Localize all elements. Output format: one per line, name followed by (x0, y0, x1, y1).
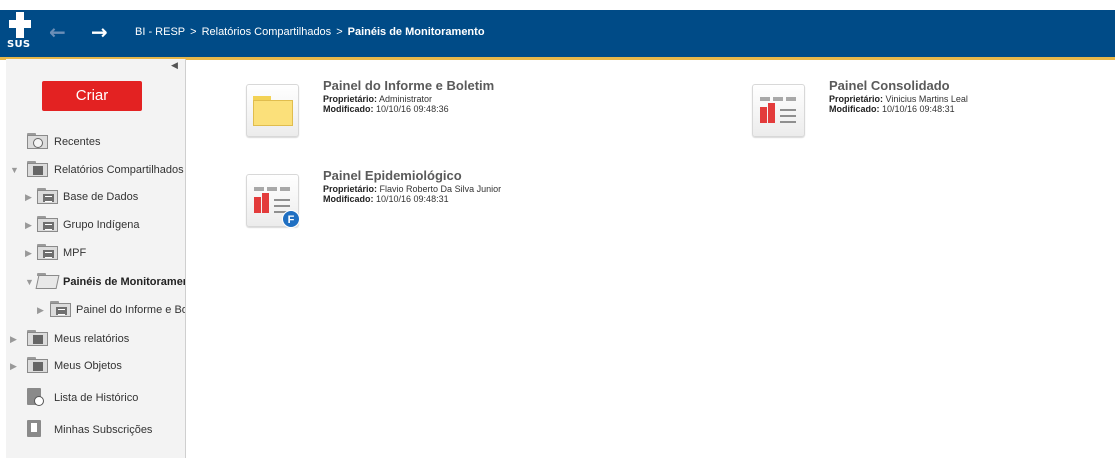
modified-label: Modificado: (323, 104, 374, 114)
sidebar-item-minhas-subscricoes[interactable]: Minhas Subscrições (6, 420, 185, 442)
user-folder-icon (27, 330, 48, 346)
sidebar-item-label: Grupo Indígena (63, 219, 140, 231)
item-modified: Modificado: 10/10/16 09:48:31 (829, 104, 955, 114)
sidebar-item-paineis-de-monitoramento[interactable]: ▼ Painéis de Monitoramento (6, 272, 185, 294)
sidebar-item-meus-relatorios[interactable]: ▶ Meus relatórios (6, 329, 185, 351)
owner-value: Administrator (379, 94, 433, 104)
history-icon (27, 388, 44, 406)
owner-label: Proprietário: (323, 184, 378, 194)
sidebar-item-base-de-dados[interactable]: ▶ Base de Dados (6, 187, 185, 209)
sidebar-item-label: Painéis de Monitoramento (63, 276, 185, 288)
logo-text: SUS (7, 39, 31, 50)
sidebar-item-label: Base de Dados (63, 191, 139, 203)
item-title[interactable]: Painel Epidemiológico (323, 168, 462, 183)
forward-arrow-icon[interactable]: → (91, 22, 108, 42)
dashboard-icon (760, 97, 800, 129)
sidebar: ◀ Criar Recentes ▼ Relatórios Compartilh… (6, 59, 186, 458)
open-folder-icon (35, 273, 60, 289)
sidebar-item-label: Painel do Informe e Boletim (76, 304, 185, 316)
collapse-toggle-icon[interactable]: ▼ (10, 165, 19, 175)
item-modified: Modificado: 10/10/16 09:48:31 (323, 194, 449, 204)
collapse-sidebar-icon[interactable]: ◀ (171, 61, 178, 71)
owner-value: Flavio Roberto Da Silva Junior (379, 184, 502, 194)
sidebar-item-label: Recentes (54, 136, 101, 148)
folder-icon (253, 96, 293, 126)
report-folder-icon (37, 188, 58, 204)
breadcrumb-separator: > (336, 26, 343, 38)
dashboard-tile[interactable] (752, 84, 805, 137)
top-header: SUS ← → BI - RESP > Relatórios Compartilha… (0, 0, 1115, 60)
expand-toggle-icon[interactable]: ▶ (10, 334, 17, 345)
favorite-badge-icon: F (282, 210, 300, 228)
expand-toggle-icon[interactable]: ▶ (37, 305, 44, 316)
breadcrumb-separator: > (190, 26, 197, 38)
owner-label: Proprietário: (829, 94, 884, 104)
modified-label: Modificado: (323, 194, 374, 204)
back-arrow-icon[interactable]: ← (49, 22, 66, 42)
expand-toggle-icon[interactable]: ▶ (25, 248, 32, 259)
sidebar-item-label: Relatórios Compartilhados (54, 164, 184, 176)
modified-label: Modificado: (829, 104, 880, 114)
item-owner: Proprietário: Flavio Roberto Da Silva Ju… (323, 184, 501, 194)
sidebar-item-relatorios-compartilhados[interactable]: ▼ Relatórios Compartilhados (6, 160, 185, 182)
expand-toggle-icon[interactable]: ▶ (25, 192, 32, 203)
item-title[interactable]: Painel Consolidado (829, 78, 950, 93)
sidebar-item-recentes[interactable]: Recentes (6, 132, 185, 154)
modified-value: 10/10/16 09:48:36 (376, 104, 449, 114)
sidebar-item-label: MPF (63, 247, 87, 259)
item-modified: Modificado: 10/10/16 09:48:36 (323, 104, 449, 114)
sidebar-item-painel-informe-boletim[interactable]: ▶ Painel do Informe e Boletim (6, 300, 185, 322)
owner-label: Proprietário: (323, 94, 378, 104)
sus-logo[interactable]: SUS (7, 12, 37, 56)
modified-value: 10/10/16 09:48:31 (376, 194, 449, 204)
sidebar-item-meus-objetos[interactable]: ▶ Meus Objetos (6, 356, 185, 378)
sidebar-item-grupo-indigena[interactable]: ▶ Grupo Indígena (6, 215, 185, 237)
breadcrumb-item-shared-reports[interactable]: Relatórios Compartilhados (202, 26, 332, 38)
folder-tile[interactable] (246, 84, 299, 137)
owner-value: Vinicius Martins Leal (885, 94, 968, 104)
sidebar-item-label: Lista de Histórico (54, 392, 139, 404)
report-folder-icon (37, 216, 58, 232)
breadcrumb-item-current: Painéis de Monitoramento (347, 26, 485, 38)
subscription-icon (27, 420, 41, 437)
sidebar-item-label: Minhas Subscrições (54, 424, 153, 436)
item-owner: Proprietário: Administrator (323, 94, 432, 104)
create-button[interactable]: Criar (42, 81, 142, 111)
modified-value: 10/10/16 09:48:31 (882, 104, 955, 114)
sidebar-item-label: Meus relatórios (54, 333, 130, 345)
report-folder-icon (50, 301, 71, 317)
item-owner: Proprietário: Vinicius Martins Leal (829, 94, 968, 104)
report-folder-icon (37, 244, 58, 260)
item-title[interactable]: Painel do Informe e Boletim (323, 78, 494, 93)
sidebar-item-mpf[interactable]: ▶ MPF (6, 243, 185, 265)
collapse-toggle-icon[interactable]: ▼ (25, 277, 34, 287)
expand-toggle-icon[interactable]: ▶ (25, 220, 32, 231)
breadcrumb-item-bi-resp[interactable]: BI - RESP (135, 26, 185, 38)
expand-toggle-icon[interactable]: ▶ (10, 361, 17, 372)
sidebar-item-label: Meus Objetos (54, 360, 122, 372)
objects-folder-icon (27, 357, 48, 373)
recent-folder-icon (27, 133, 48, 149)
sidebar-item-lista-de-historico[interactable]: Lista de Histórico (6, 388, 185, 410)
dashboard-tile[interactable]: F (246, 174, 300, 228)
breadcrumb: BI - RESP > Relatórios Compartilhados > Pain… (135, 26, 485, 38)
shared-folder-icon (27, 161, 48, 177)
